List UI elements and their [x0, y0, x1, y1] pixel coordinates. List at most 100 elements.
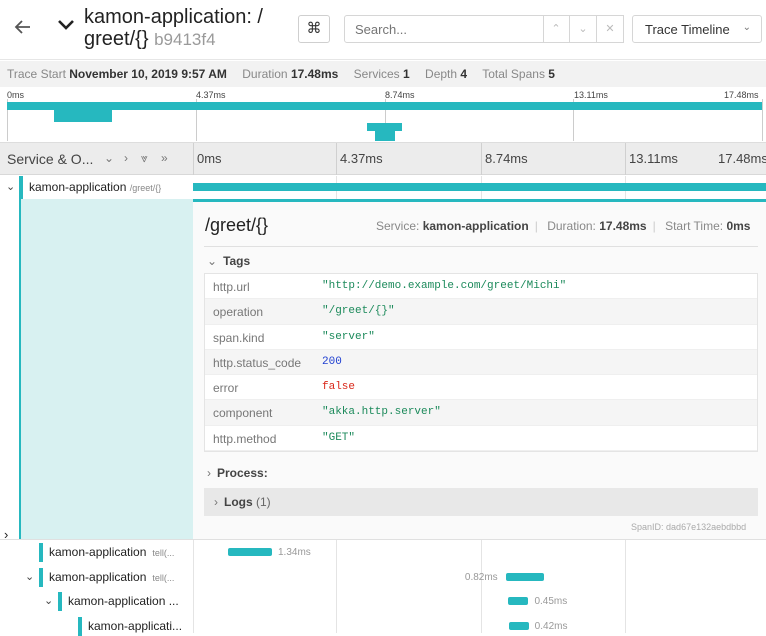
- timeline-tick: 17.48ms: [718, 151, 766, 166]
- tag-row[interactable]: error false: [205, 375, 757, 401]
- divider: [0, 539, 766, 540]
- minimap-span: [54, 110, 112, 122]
- tags-toggle[interactable]: ⌄ Tags: [207, 254, 250, 268]
- collapse-one-icon[interactable]: ⌄: [104, 151, 114, 165]
- span-operation: tell(...: [152, 572, 175, 583]
- prev-result-button[interactable]: ⌃: [543, 15, 570, 43]
- span-operation: tell(...: [152, 548, 175, 558]
- minimap-gridline: [762, 99, 763, 141]
- span-name[interactable]: kamon-applicati...: [88, 619, 182, 633]
- span-duration: 0.42ms: [534, 620, 568, 632]
- span-bar[interactable]: [509, 621, 529, 630]
- tag-row[interactable]: http.url "http://demo.example.com/greet/M…: [205, 274, 757, 300]
- span-operation: /greet/{}: [129, 183, 162, 193]
- chevron-down-icon[interactable]: ⌄: [25, 570, 34, 583]
- chevron-down-icon[interactable]: ⌄: [6, 180, 15, 193]
- search-input[interactable]: [344, 15, 544, 43]
- span-service: kamon-application: [29, 180, 127, 194]
- tag-key: operation: [213, 305, 264, 320]
- detail-start-value: 0ms: [726, 219, 751, 233]
- trace-summary: Trace Start November 10, 2019 9:57 AM Du…: [0, 61, 766, 87]
- service-color-bar: [39, 567, 43, 587]
- tag-row[interactable]: span.kind "server": [205, 325, 757, 350]
- chevron-down-icon: ⌄: [207, 254, 218, 268]
- tag-value: false: [322, 381, 356, 394]
- tag-row[interactable]: http.status_code 200: [205, 349, 757, 376]
- detail-start-label: Start Time:: [665, 219, 724, 233]
- timeline-tick: 4.37ms: [340, 151, 383, 166]
- span-bar-root[interactable]: [193, 183, 766, 191]
- span-service: kamon-application ...: [68, 594, 179, 608]
- span-name[interactable]: kamon-application ...: [68, 594, 179, 608]
- tag-row[interactable]: component "akka.http.server": [205, 400, 757, 426]
- minimap-tick: 8.74ms: [385, 90, 415, 100]
- span-name[interactable]: kamon-application tell(...: [49, 570, 174, 584]
- span-service: kamon-application: [49, 569, 147, 584]
- tags-table: http.url "http://demo.example.com/greet/M…: [204, 273, 758, 453]
- detail-service-label: Service:: [376, 219, 420, 233]
- logs-toggle[interactable]: › Logs (1): [204, 488, 758, 516]
- span-service: kamon-application: [49, 545, 147, 559]
- chevron-right-icon: ›: [207, 466, 211, 480]
- service-operation-column-label: Service & O...: [7, 151, 94, 167]
- chevron-down-icon[interactable]: [56, 14, 76, 38]
- tag-value: "server": [322, 330, 375, 343]
- view-selector-dropdown[interactable]: Trace Timeline ⌄: [632, 15, 762, 43]
- timeline-gridline: [625, 143, 626, 175]
- total-spans-label: Total Spans: [482, 67, 545, 81]
- span-bar[interactable]: [505, 572, 544, 581]
- depth-label: Depth: [425, 67, 458, 81]
- tag-row[interactable]: http.method "GET": [205, 426, 757, 452]
- divider: [204, 246, 758, 247]
- detail-service-value: kamon-application: [422, 219, 529, 233]
- minimap-tick: 17.48ms: [724, 90, 759, 100]
- span-duration: 1.34ms: [278, 547, 311, 558]
- expand-one-icon[interactable]: ›: [124, 151, 128, 165]
- chevron-down-icon: ⌄: [742, 22, 751, 33]
- timeline-tick: 0ms: [197, 151, 222, 166]
- trace-title-line2: greet/{}: [84, 28, 149, 50]
- total-spans-value: 5: [548, 67, 555, 81]
- minimap-tick: 0ms: [7, 90, 25, 100]
- services-label: Services: [353, 67, 400, 81]
- span-bar[interactable]: [507, 597, 529, 605]
- chevron-down-icon[interactable]: ⌄: [44, 594, 53, 607]
- collapse-all-icon[interactable]: ⩔: [141, 151, 148, 166]
- span-name[interactable]: kamon-application tell(...: [49, 545, 174, 559]
- tag-key: span.kind: [213, 330, 265, 345]
- trace-title: kamon-application: / greet/{} b9413f4: [84, 6, 284, 51]
- span-service: kamon-applicati...: [88, 618, 183, 633]
- tag-key: http.url: [213, 280, 250, 294]
- process-toggle[interactable]: › Process:: [207, 466, 268, 480]
- clear-search-button[interactable]: ✕: [597, 15, 624, 43]
- timeline-header: Service & O... ⌄ › ⩔ » 0ms 4.37ms 8.74ms…: [0, 143, 766, 175]
- span-duration: 0.82ms: [464, 571, 498, 583]
- tag-row[interactable]: operation "/greet/{}": [205, 299, 757, 325]
- span-detail-title: /greet/{}: [205, 215, 269, 235]
- span-bar[interactable]: [228, 548, 272, 556]
- tag-key: http.method: [213, 431, 277, 446]
- duration-label: Duration: [242, 67, 288, 81]
- detail-duration-label: Duration:: [547, 219, 596, 233]
- expand-all-icon[interactable]: »: [161, 151, 168, 165]
- trace-minimap[interactable]: 0ms 4.37ms 8.74ms 13.11ms 17.48ms: [0, 87, 766, 143]
- tag-value: "/greet/{}": [322, 305, 395, 318]
- trace-id: b9413f4: [154, 30, 216, 49]
- trace-start-label: Trace Start: [7, 67, 66, 81]
- minimap-span: [367, 123, 402, 131]
- span-duration: 0.45ms: [534, 596, 568, 607]
- timeline-gridline: [336, 540, 337, 633]
- service-color-bar: [39, 543, 43, 562]
- span-name[interactable]: kamon-application /greet/{}: [29, 180, 161, 194]
- chevron-right-icon: ›: [214, 495, 218, 509]
- tags-label: Tags: [223, 254, 251, 268]
- view-selector-label: Trace Timeline: [645, 22, 730, 37]
- tag-value: "akka.http.server": [322, 406, 441, 419]
- arrow-left-icon[interactable]: [14, 18, 34, 40]
- next-result-button[interactable]: ⌄: [570, 15, 597, 43]
- column-divider[interactable]: [193, 143, 194, 175]
- detail-indent: [21, 199, 193, 539]
- tag-key: error: [213, 381, 239, 396]
- minimap-span-root: [7, 102, 762, 110]
- keyboard-shortcuts-button[interactable]: ⌘: [298, 15, 330, 43]
